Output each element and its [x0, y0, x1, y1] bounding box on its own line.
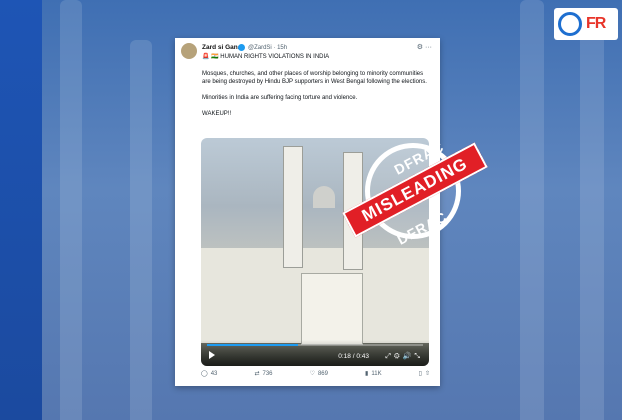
repost-button[interactable]: ⇄ 736: [254, 370, 273, 378]
video-dome: [313, 186, 335, 208]
verified-badge-icon: [238, 44, 245, 51]
views-count: 11K: [371, 370, 382, 377]
dfrac-logo-icon: [558, 12, 582, 36]
views-button[interactable]: ▮ 11K: [365, 370, 382, 378]
repost-count: 736: [262, 370, 273, 377]
reply-button[interactable]: ◯ 43: [201, 370, 218, 378]
bookmark-share[interactable]: ▯ ⇧: [419, 370, 430, 377]
logo-text: FR: [586, 15, 606, 32]
repost-icon: ⇄: [254, 371, 260, 377]
video-minaret-left: [283, 146, 303, 268]
video-progress-fill: [207, 344, 298, 346]
bookmark-icon: ▯: [418, 371, 422, 377]
video-controls: 0:18 / 0:43 ⤢⚙🔊⤡: [201, 340, 429, 366]
post-body: Mosques, churches, and other places of w…: [202, 70, 432, 126]
avatar[interactable]: [181, 43, 197, 59]
post-paragraph: Mosques, churches, and other places of w…: [202, 71, 427, 85]
video-time: 0:18 / 0:43: [338, 353, 369, 360]
reply-count: 43: [210, 370, 218, 377]
heart-icon: ♡: [309, 371, 315, 377]
video-progress-bar[interactable]: [207, 344, 423, 346]
display-name[interactable]: Zard si Gana: [202, 44, 241, 51]
post-paragraph: Minorities in India are suffering facing…: [202, 95, 358, 101]
play-icon[interactable]: [209, 351, 215, 359]
share-icon: ⇧: [424, 371, 430, 377]
reply-icon: ◯: [201, 371, 208, 377]
like-button[interactable]: ♡ 869: [309, 370, 328, 378]
views-icon: ▮: [365, 371, 369, 377]
more-options-icon[interactable]: ⚙ ···: [417, 43, 432, 51]
background-mosque-right: [460, 0, 620, 420]
handle-time: @ZardSi · 15h: [248, 44, 288, 51]
video-arch-gate: [301, 273, 363, 345]
action-bar: ◯ 43 ⇄ 736 ♡ 869 ▮ 11K ▯ ⇧: [201, 370, 430, 378]
like-count: 869: [317, 370, 328, 377]
background-mosque-left: [50, 0, 170, 420]
dfrac-logo: FR: [554, 8, 618, 40]
video-settings-icons[interactable]: ⤢⚙🔊⤡: [385, 352, 423, 361]
post-paragraph: WAKEUP!!: [202, 111, 232, 117]
post-headline: 🚨 🇮🇳 HUMAN RIGHTS VIOLATIONS IN INDIA: [202, 54, 330, 60]
left-stripe: [0, 0, 42, 420]
